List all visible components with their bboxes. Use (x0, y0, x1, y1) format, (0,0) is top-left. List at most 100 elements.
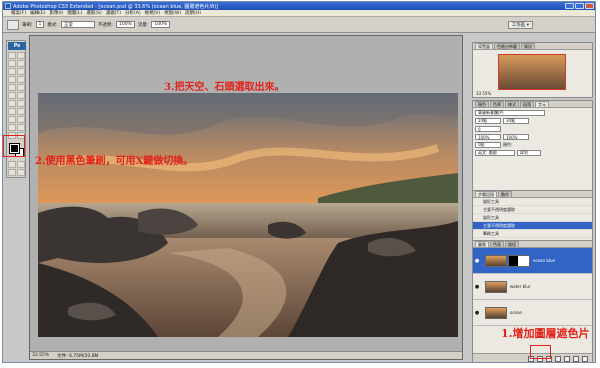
brush-label: 筆刷: (22, 22, 33, 28)
panel-tab[interactable]: 路徑 (505, 241, 519, 247)
character-tabs: 顏色 色票 樣式 段落 字元 (473, 101, 592, 108)
history-item[interactable]: 主要不透明度選取 (473, 206, 592, 214)
menu-item-0[interactable]: 檔案(F) (11, 10, 26, 16)
menu-item-9[interactable]: 說明(H) (185, 10, 201, 16)
minimize-icon[interactable] (565, 3, 574, 9)
layer-mask-thumbnail[interactable] (508, 254, 530, 267)
annotation-step-2: 2.使用黑色筆刷，可用X鍵做切換。 (35, 156, 194, 167)
language-select[interactable]: 英文: 美國 (475, 150, 515, 156)
tool-button-icon[interactable] (8, 108, 16, 115)
baseline-shift-field[interactable]: 0點 (475, 142, 501, 148)
menu-item-6[interactable]: 分析(A) (125, 10, 141, 16)
layer-thumbnail (485, 280, 507, 293)
tool-button-icon[interactable] (17, 76, 25, 83)
menu-item-3[interactable]: 圖層(L) (67, 10, 82, 16)
panel-tab[interactable]: 色版 (490, 241, 504, 247)
tool-button-icon[interactable] (8, 76, 16, 83)
new-group-icon[interactable] (564, 355, 570, 362)
visibility-eye-icon[interactable]: ● (473, 284, 481, 290)
navigator-zoom[interactable]: 33.55% (476, 91, 491, 96)
window-title: Adobe Photoshop CS3 Extended - [ocean.ps… (13, 3, 219, 10)
tool-button-icon[interactable] (8, 169, 16, 176)
brush-preset-icon[interactable] (7, 19, 19, 30)
zoom-readout[interactable]: 33.55% (32, 353, 49, 358)
panel-tab[interactable]: 導覽器 (475, 43, 493, 49)
tool-button-icon[interactable] (17, 52, 25, 59)
maximize-icon[interactable] (575, 3, 584, 9)
panel-tab[interactable]: 步驟記錄 (475, 191, 497, 197)
panel-tab[interactable]: 顏色 (475, 101, 489, 107)
tool-button-icon[interactable] (17, 68, 25, 75)
panel-tab[interactable]: 動作 (498, 191, 512, 197)
panel-tab[interactable]: 色階分佈圖 (494, 43, 520, 49)
panel-tab[interactable]: 字元 (535, 101, 549, 107)
mode-select[interactable]: 正常 (60, 21, 95, 28)
menu-item-2[interactable]: 影像(I) (49, 10, 63, 16)
workspace-button[interactable]: 工作區 ▾ (507, 21, 533, 29)
history-item[interactable]: 變形工具 (473, 198, 592, 206)
tool-button-icon[interactable] (17, 169, 25, 176)
visibility-eye-icon[interactable]: ● (473, 310, 481, 316)
anti-alias-select[interactable]: 犀利 (517, 150, 541, 156)
layer-thumbnail (485, 306, 507, 319)
tool-button-icon[interactable] (8, 60, 16, 67)
leading-field[interactable]: 30點 (503, 118, 529, 124)
tool-button-icon[interactable] (17, 60, 25, 67)
tool-button-icon[interactable] (8, 52, 16, 59)
menu-item-1[interactable]: 編輯(E) (30, 10, 45, 16)
tool-button-icon[interactable] (17, 100, 25, 107)
menu-item-7[interactable]: 檢視(V) (145, 10, 161, 16)
menu-item-5[interactable]: 濾鏡(T) (106, 10, 121, 16)
history-item[interactable]: 主要不透明度選取 (473, 222, 592, 230)
font-size-field[interactable]: 24點 (475, 118, 501, 124)
adjustment-layer-icon[interactable] (555, 355, 561, 362)
tool-button-icon[interactable] (17, 124, 25, 131)
tracking-field[interactable]: 0 (475, 126, 501, 132)
panel-tab[interactable]: 色票 (490, 101, 504, 107)
navigator-thumbnail[interactable] (498, 54, 566, 90)
tool-button-icon[interactable] (8, 92, 16, 99)
tool-button-icon[interactable] (17, 92, 25, 99)
document-status-bar: 33.55% 文件: 6.75M/20.8M (30, 351, 462, 359)
tool-button-icon[interactable] (17, 116, 25, 123)
brush-size-picker[interactable]: 1 (35, 21, 45, 28)
new-layer-icon[interactable] (573, 355, 579, 362)
tool-button-icon[interactable] (8, 116, 16, 123)
menu-item-8[interactable]: 視窗(W) (164, 10, 181, 16)
tool-grid (7, 51, 25, 140)
history-item[interactable]: 變形工具 (473, 214, 592, 222)
tool-button-icon[interactable] (8, 161, 16, 168)
close-icon[interactable] (585, 3, 594, 9)
history-list: 變形工具 主要不透明度選取 變形工具 主要不透明度選取 筆刷工具 (473, 198, 592, 238)
window-controls (565, 3, 594, 9)
layer-row[interactable]: ● ocean blue (473, 248, 592, 274)
tool-button-icon[interactable] (8, 68, 16, 75)
horizontal-scale-field[interactable]: 100% (503, 134, 529, 140)
tool-button-icon[interactable] (8, 124, 16, 131)
panel-tab[interactable]: 圖層 (475, 241, 489, 247)
color-swatch-highlight (3, 135, 25, 157)
tool-button-icon[interactable] (8, 100, 16, 107)
layer-row[interactable]: ● water blur (473, 274, 592, 300)
panel-tab[interactable]: 樣式 (505, 101, 519, 107)
photoshop-app-icon (5, 3, 11, 9)
flow-field[interactable]: 100% (151, 21, 171, 28)
toolbox: Ps (6, 40, 26, 178)
history-item[interactable]: 筆刷工具 (473, 230, 592, 238)
layer-name: water blur (510, 284, 531, 289)
menu-item-4[interactable]: 選取(S) (86, 10, 101, 16)
opacity-field[interactable]: 100% (115, 21, 135, 28)
delete-layer-icon[interactable] (582, 355, 588, 362)
font-family-select[interactable]: 華康新篆體(P) (475, 110, 545, 116)
photoshop-window: Adobe Photoshop CS3 Extended - [ocean.ps… (2, 1, 596, 363)
layer-row[interactable]: ● ocean (473, 300, 592, 326)
visibility-eye-icon[interactable]: ● (473, 258, 481, 264)
size-row: 24點 30點 (475, 118, 590, 124)
tool-button-icon[interactable] (8, 84, 16, 91)
vertical-scale-field[interactable]: 100% (475, 134, 501, 140)
panel-tab[interactable]: 資訊 (521, 43, 535, 49)
tool-button-icon[interactable] (17, 108, 25, 115)
tool-button-icon[interactable] (17, 84, 25, 91)
tool-button-icon[interactable] (17, 161, 25, 168)
panel-tab[interactable]: 段落 (520, 101, 534, 107)
